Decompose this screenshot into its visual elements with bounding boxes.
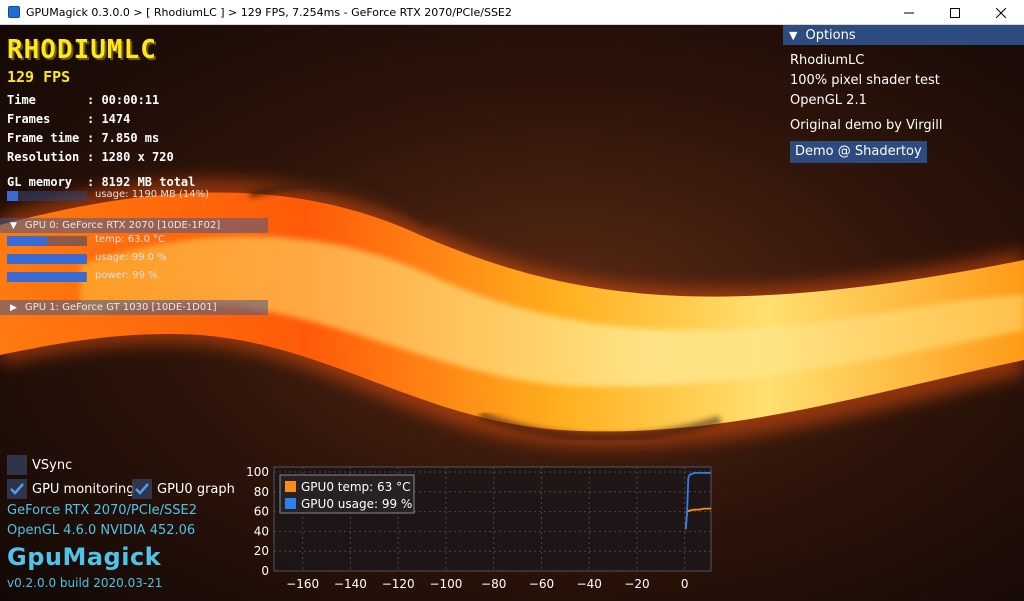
- y-tick-label: 20: [254, 544, 269, 558]
- window-controls: [886, 0, 1024, 25]
- gl-memory-usage-bar: [7, 191, 87, 201]
- gl-memory-usage-label: usage: 1190 MB (14%): [95, 189, 210, 200]
- y-tick-label: 100: [246, 465, 269, 479]
- y-tick-label: 80: [254, 485, 269, 499]
- vsync-checkbox-row[interactable]: VSync: [7, 455, 72, 475]
- gl-memory-label: GL memory: [7, 175, 73, 189]
- renderer-info: GeForce RTX 2070/PCIe/SSE2: [7, 503, 198, 518]
- checkmark-icon: [10, 483, 24, 495]
- y-tick-label: 60: [254, 505, 269, 519]
- y-tick-label: 40: [254, 524, 269, 538]
- options-panel: ▼ Options RhodiumLC 100% pixel shader te…: [783, 25, 1024, 165]
- opengl-info: OpenGL 4.6.0 NVIDIA 452.06: [7, 523, 196, 538]
- stat-label: Time: [7, 93, 36, 107]
- gpu0-graph-label: GPU0 graph: [157, 481, 235, 497]
- x-tick-label: −100: [429, 577, 462, 591]
- options-line: OpenGL 2.1: [790, 93, 867, 108]
- options-line: 100% pixel shader test: [790, 73, 940, 88]
- version-info: v0.2.0.0 build 2020.03-21: [7, 576, 163, 590]
- checkmark-icon: [135, 483, 149, 495]
- x-tick-label: −40: [577, 577, 602, 591]
- options-line: RhodiumLC: [790, 53, 865, 68]
- stat-label: Frames: [7, 112, 51, 126]
- legend-label: GPU0 temp: 63 °C: [301, 480, 410, 494]
- gpu-monitoring-label: GPU monitoring: [32, 481, 135, 497]
- minimize-icon: [904, 12, 914, 13]
- x-tick-label: −120: [382, 577, 415, 591]
- gpu0-power-bar: [7, 272, 87, 282]
- render-viewport[interactable]: RHODIUMLC 129 FPS Time: 00:00:11 Frames:…: [0, 25, 1024, 601]
- stat-row-resolution: Resolution: 1280 x 720: [7, 148, 174, 167]
- maximize-button[interactable]: [932, 0, 978, 25]
- expanded-arrow-icon: ▼: [10, 220, 17, 231]
- vsync-checkbox[interactable]: [7, 455, 27, 475]
- stat-value: 00:00:11: [101, 93, 160, 107]
- collapsed-arrow-icon: ▶: [10, 302, 17, 313]
- x-tick-label: 0: [681, 577, 689, 591]
- demo-shadertoy-button[interactable]: Demo @ Shadertoy: [790, 141, 927, 163]
- stat-value: 7.850 ms: [101, 131, 160, 145]
- title-bar: GPUMagick 0.3.0.0 > [ RhodiumLC ] > 129 …: [0, 0, 1024, 25]
- x-tick-label: −160: [286, 577, 319, 591]
- options-header[interactable]: ▼ Options: [783, 25, 1024, 45]
- x-tick-label: −80: [481, 577, 506, 591]
- y-tick-label: 0: [261, 564, 269, 578]
- gpu0-graph-checkbox-row[interactable]: GPU0 graph: [132, 479, 235, 499]
- stat-label: Frame time: [7, 131, 80, 145]
- maximize-icon: [950, 7, 960, 18]
- minimize-button[interactable]: [886, 0, 932, 25]
- options-header-label: Options: [805, 27, 856, 43]
- close-button[interactable]: [978, 0, 1024, 25]
- gpu0-graph: 0 20 40 60 80 100 −160 −140 −120 −100 −80 −60 −40 −20…: [246, 465, 712, 591]
- brand-logo-text: GpuMagick: [7, 543, 162, 571]
- x-tick-label: −60: [529, 577, 554, 591]
- stat-row-frame-time: Frame time: 7.850 ms: [7, 129, 174, 148]
- gpu-monitoring-checkbox-row[interactable]: GPU monitoring: [7, 479, 135, 499]
- stat-row-time: Time: 00:00:11: [7, 91, 174, 110]
- stat-label: Resolution: [7, 150, 80, 164]
- stats-panel: Time: 00:00:11 Frames: 1474 Frame time: …: [7, 91, 174, 167]
- demo-title: RHODIUMLC: [7, 35, 157, 65]
- gpu0-usage-bar: [7, 254, 87, 264]
- stat-value: 1280 x 720: [101, 150, 174, 164]
- expanded-arrow-icon: ▼: [789, 28, 798, 42]
- options-body: RhodiumLC 100% pixel shader test OpenGL …: [783, 45, 1024, 163]
- gpu0-temp-bar: [7, 236, 87, 246]
- stat-row-frames: Frames: 1474: [7, 110, 174, 129]
- options-credit: Original demo by Virgill: [790, 118, 943, 133]
- gpu1-header-label: GPU 1: GeForce GT 1030 [10DE-1D01]: [24, 302, 217, 313]
- close-icon: [996, 7, 1006, 18]
- app-icon: [8, 6, 20, 18]
- legend-swatch: [285, 481, 296, 492]
- x-tick-label: −20: [624, 577, 649, 591]
- gpu1-header[interactable]: ▶ GPU 1: GeForce GT 1030 [10DE-1D01]: [0, 300, 268, 315]
- gl-memory-row: GL memory: 8192 MB total: [7, 175, 196, 189]
- fps-counter: 129 FPS: [7, 68, 71, 86]
- legend-label: GPU0 usage: 99 %: [301, 497, 412, 511]
- vsync-label: VSync: [32, 457, 73, 473]
- gpu0-temp-label: temp: 63.0 °C: [95, 234, 166, 245]
- window-title: GPUMagick 0.3.0.0 > [ RhodiumLC ] > 129 …: [26, 5, 512, 19]
- stat-value: 1474: [101, 112, 131, 126]
- gpu0-header[interactable]: ▼ GPU 0: GeForce RTX 2070 [10DE-1F02]: [0, 218, 268, 233]
- gpu0-power-label: power: 99 %: [95, 270, 158, 281]
- legend-swatch: [285, 498, 296, 509]
- gl-memory-value: 8192 MB total: [101, 175, 196, 189]
- gpu0-usage-label: usage: 99.0 %: [95, 252, 167, 263]
- x-tick-label: −140: [334, 577, 367, 591]
- gpu0-graph-checkbox[interactable]: [132, 479, 152, 499]
- gpu0-header-label: GPU 0: GeForce RTX 2070 [10DE-1F02]: [24, 220, 221, 231]
- gpu-monitoring-checkbox[interactable]: [7, 479, 27, 499]
